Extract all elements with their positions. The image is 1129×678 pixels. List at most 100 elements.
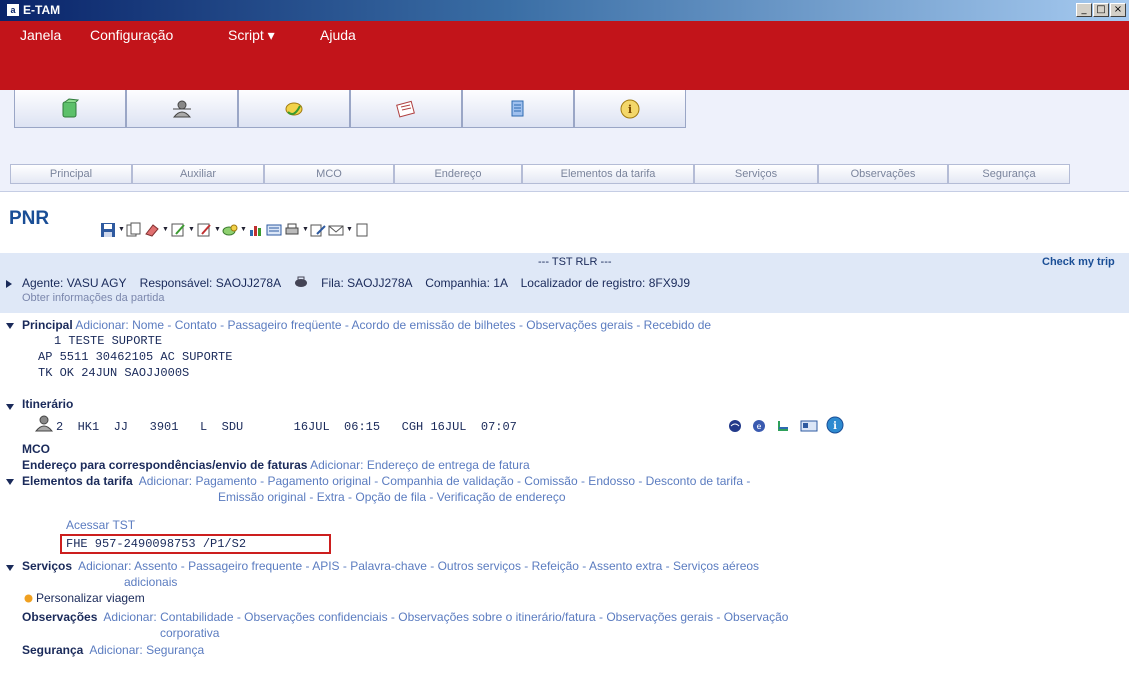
edit-dropdown-icon[interactable]: ▼ bbox=[162, 222, 169, 238]
app-icon: a bbox=[6, 3, 20, 17]
money-tool-icon[interactable] bbox=[222, 222, 238, 238]
observations-label: Observações bbox=[22, 610, 98, 624]
tab-document[interactable] bbox=[462, 90, 574, 128]
tab-elementos-tarifa[interactable]: Elementos da tarifa bbox=[522, 164, 694, 184]
observations-add-label: Adicionar: bbox=[103, 610, 157, 624]
minimize-button[interactable]: _ bbox=[1076, 3, 1092, 17]
highlight-box bbox=[60, 534, 331, 554]
tst-title: --- TST RLR --- bbox=[538, 256, 612, 268]
locator-value: 8FX9J9 bbox=[648, 276, 691, 290]
agent-icon bbox=[172, 100, 192, 117]
menu-configuracao[interactable]: Configuração bbox=[90, 27, 173, 43]
itinerary-label: Itinerário bbox=[22, 397, 74, 411]
copy-icon[interactable] bbox=[126, 222, 142, 238]
services-add-label: Adicionar: bbox=[78, 559, 132, 573]
info-icon: i bbox=[620, 99, 640, 118]
tab-seguranca[interactable]: Segurança bbox=[948, 164, 1070, 184]
tab-info[interactable]: i bbox=[574, 90, 686, 128]
mco-label: MCO bbox=[22, 442, 50, 456]
card-icon[interactable] bbox=[800, 419, 818, 433]
seat-map-icon[interactable]: e bbox=[752, 419, 766, 433]
observations-add-links-1[interactable]: Contabilidade - Observações confidenciai… bbox=[160, 610, 788, 624]
company-value: 1A bbox=[493, 276, 508, 290]
mail-tool-icon[interactable] bbox=[328, 222, 344, 238]
collapse-principal-icon[interactable] bbox=[6, 323, 14, 329]
expand-arrow-icon[interactable] bbox=[6, 280, 12, 288]
maximize-button[interactable]: □ bbox=[1093, 3, 1109, 17]
tab-ticket[interactable] bbox=[350, 90, 462, 128]
principal-add-links[interactable]: Nome - Contato - Passageiro freqüente - … bbox=[132, 318, 711, 332]
address-label: Endereço para correspondências/envio de … bbox=[22, 458, 308, 472]
collapse-fare-icon[interactable] bbox=[6, 479, 14, 485]
collapse-services-icon[interactable] bbox=[6, 565, 14, 571]
queue-label: Fila: bbox=[321, 276, 344, 290]
title-bar: a E-TAM _ □ × bbox=[0, 0, 1129, 21]
book-icon bbox=[62, 97, 80, 117]
services-row: Serviços Adicionar: Assento - Passageiro… bbox=[22, 559, 759, 573]
locator-label: Localizador de registro: bbox=[520, 276, 646, 290]
security-label: Segurança bbox=[22, 643, 84, 657]
personalize-bullet-icon bbox=[24, 594, 33, 603]
responsible-value: SAOJJ278A bbox=[215, 276, 281, 290]
info-segment-icon[interactable]: i bbox=[826, 416, 844, 434]
queue-value: SAOJJ278A bbox=[347, 276, 412, 290]
tab-book[interactable] bbox=[14, 90, 126, 128]
principal-label: Principal bbox=[22, 318, 73, 332]
blank-doc-icon[interactable] bbox=[354, 222, 370, 238]
personalize-trip-link[interactable]: Personalizar viagem bbox=[36, 591, 145, 605]
pnr-toolbar: ▼ ▼ ▼ ▼ ▼ ▼ ▼ bbox=[100, 219, 370, 241]
tab-agent[interactable] bbox=[126, 90, 238, 128]
services-label: Serviços bbox=[22, 559, 73, 573]
eraser-icon[interactable] bbox=[144, 222, 160, 238]
agent-segment-icon bbox=[34, 415, 54, 432]
passenger-line: 1 TESTE SUPORTE bbox=[54, 334, 163, 348]
get-departure-info-link[interactable]: Obter informações da partida bbox=[22, 292, 164, 304]
address-add-links[interactable]: Endereço de entrega de fatura bbox=[367, 458, 530, 472]
save-dropdown-icon[interactable]: ▼ bbox=[118, 222, 125, 238]
menu-janela[interactable]: Janela bbox=[20, 27, 61, 43]
fare-add-links-1[interactable]: Pagamento - Pagamento original - Companh… bbox=[195, 474, 750, 488]
seat-icon[interactable] bbox=[776, 419, 790, 433]
tab-money[interactable] bbox=[238, 90, 350, 128]
tab-endereco[interactable]: Endereço bbox=[394, 164, 522, 184]
mail-dropdown-icon[interactable]: ▼ bbox=[346, 222, 353, 238]
tab-principal[interactable]: Principal bbox=[10, 164, 132, 184]
tab-observacoes[interactable]: Observações bbox=[818, 164, 948, 184]
services-add-links-2[interactable]: adicionais bbox=[124, 575, 177, 589]
window-title: E-TAM bbox=[23, 3, 61, 17]
collapse-itinerary-icon[interactable] bbox=[6, 404, 14, 410]
pen-tool-icon[interactable] bbox=[310, 222, 326, 238]
services-add-links-1[interactable]: Assento - Passageiro frequente - APIS - … bbox=[134, 559, 759, 573]
close-button[interactable]: × bbox=[1110, 3, 1126, 17]
menu-script[interactable]: Script ▾ bbox=[228, 27, 275, 44]
tab-mco[interactable]: MCO bbox=[264, 164, 394, 184]
contact-line: AP 5511 30462105 AC SUPORTE bbox=[38, 350, 233, 364]
observations-add-links-2[interactable]: corporativa bbox=[160, 626, 219, 640]
security-add-links[interactable]: Segurança bbox=[146, 643, 204, 657]
tab-auxiliar[interactable]: Auxiliar bbox=[132, 164, 264, 184]
queue-tool-icon[interactable] bbox=[266, 222, 282, 238]
print-tool-icon[interactable] bbox=[284, 222, 300, 238]
tab-servicos[interactable]: Serviços bbox=[694, 164, 818, 184]
fare-label: Elementos da tarifa bbox=[22, 474, 133, 488]
money-dropdown-icon[interactable]: ▼ bbox=[240, 222, 247, 238]
ticketing-line: TK OK 24JUN SAOJJ000S bbox=[38, 366, 190, 380]
agent-value: VASU AGY bbox=[66, 276, 127, 290]
check-my-trip-link[interactable]: Check my trip bbox=[1042, 256, 1115, 268]
access-tst-link[interactable]: Acessar TST bbox=[66, 518, 135, 532]
fare-add-label: Adicionar: bbox=[138, 474, 193, 488]
document-icon bbox=[511, 100, 524, 116]
ticket-dropdown-icon[interactable]: ▼ bbox=[214, 222, 221, 238]
queue-bag-icon[interactable] bbox=[294, 276, 308, 288]
svg-text:i: i bbox=[833, 421, 837, 432]
chart-tool-icon[interactable] bbox=[248, 222, 264, 238]
ticket-edit-icon[interactable] bbox=[196, 222, 212, 238]
menu-ajuda[interactable]: Ajuda bbox=[320, 27, 356, 43]
print-dropdown-icon[interactable]: ▼ bbox=[302, 222, 309, 238]
svg-text:i: i bbox=[628, 103, 632, 116]
save-icon[interactable] bbox=[100, 222, 116, 238]
note-edit-icon[interactable] bbox=[170, 222, 186, 238]
globe-icon[interactable] bbox=[728, 419, 742, 433]
fare-add-links-2[interactable]: Emissão original - Extra - Opção de fila… bbox=[218, 490, 566, 504]
note-dropdown-icon[interactable]: ▼ bbox=[188, 222, 195, 238]
